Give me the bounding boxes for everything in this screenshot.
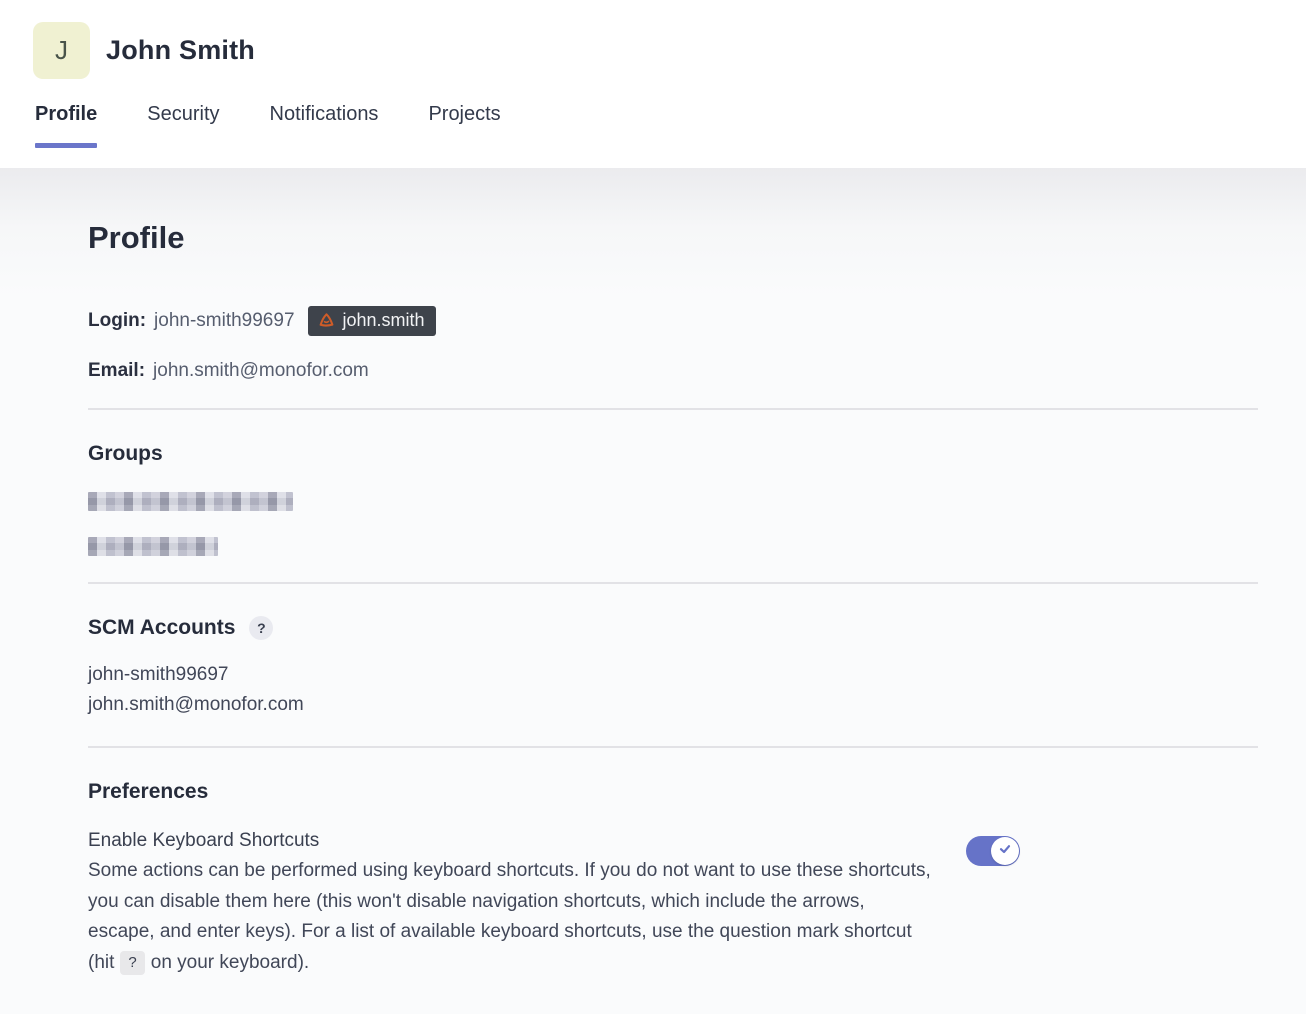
redacted-group-name <box>88 492 293 511</box>
keyboard-shortcuts-text: Enable Keyboard Shortcuts Some actions c… <box>88 826 933 978</box>
redacted-group-name <box>88 537 218 556</box>
scm-account-item: john-smith99697 <box>88 660 1258 690</box>
description-part2: on your keyboard). <box>151 952 309 973</box>
question-mark-key: ? <box>120 951 144 975</box>
scm-account-item: john.smith@monofor.com <box>88 690 1258 720</box>
login-label: Login: <box>88 310 146 332</box>
page-title: Profile <box>88 220 1258 256</box>
profile-content: Profile Login: john-smith99697 john.smit… <box>0 168 1306 1014</box>
email-label: Email: <box>88 360 145 382</box>
scm-badge-label: john.smith <box>343 310 425 331</box>
tab-notifications[interactable]: Notifications <box>270 103 379 148</box>
groups-section-title: Groups <box>88 442 1258 466</box>
keyboard-shortcuts-label: Enable Keyboard Shortcuts <box>88 826 933 856</box>
login-value: john-smith99697 <box>154 310 294 332</box>
tab-projects[interactable]: Projects <box>428 103 500 148</box>
user-name: John Smith <box>106 35 255 66</box>
email-value: john.smith@monofor.com <box>153 360 369 382</box>
scm-account-badge[interactable]: john.smith <box>308 306 436 336</box>
help-icon[interactable]: ? <box>249 616 273 640</box>
divider <box>88 746 1258 748</box>
preferences-section-title: Preferences <box>88 780 1258 804</box>
login-row: Login: john-smith99697 john.smith <box>88 306 1258 336</box>
scm-accounts-label: SCM Accounts <box>88 616 235 640</box>
keyboard-shortcuts-preference: Enable Keyboard Shortcuts Some actions c… <box>88 826 1258 978</box>
toggle-knob <box>991 837 1019 865</box>
keyboard-shortcuts-toggle[interactable] <box>966 836 1020 866</box>
user-identity: J John Smith <box>0 0 1306 79</box>
profile-tabs: Profile Security Notifications Projects <box>35 103 1306 148</box>
divider <box>88 582 1258 584</box>
scm-accounts-list: john-smith99697 john.smith@monofor.com <box>88 660 1258 720</box>
scm-accounts-section-title: SCM Accounts ? <box>88 616 1258 640</box>
tab-security[interactable]: Security <box>147 103 219 148</box>
check-icon <box>998 842 1012 861</box>
page-header: J John Smith Profile Security Notificati… <box>0 0 1306 168</box>
tab-profile[interactable]: Profile <box>35 103 97 148</box>
avatar: J <box>33 22 90 79</box>
email-row: Email: john.smith@monofor.com <box>88 360 1258 382</box>
divider <box>88 408 1258 410</box>
triangle-knot-logo-icon <box>317 311 336 330</box>
keyboard-shortcuts-description: Some actions can be performed using keyb… <box>88 856 933 978</box>
